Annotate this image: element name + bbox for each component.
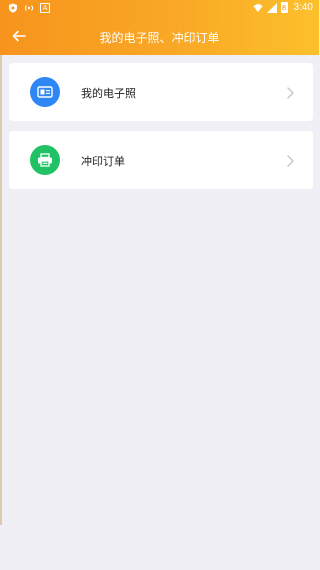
menu-item-label: 冲印订单 — [81, 155, 125, 168]
battery-icon: 8 — [280, 2, 288, 13]
wifi-icon — [252, 3, 263, 13]
menu-item-label: 我的电子照 — [81, 87, 136, 100]
broadcast-icon — [24, 3, 34, 13]
app-bar: 我的电子照、冲印订单 — [0, 17, 319, 55]
shield-icon — [8, 3, 18, 13]
notification-letter-icon: A — [40, 3, 50, 13]
printer-icon — [30, 145, 60, 175]
status-bar-system: 8 3:40 — [252, 2, 313, 13]
chevron-right-icon — [285, 153, 295, 167]
status-bar-notifications: A — [8, 3, 50, 13]
page-title: 我的电子照、冲印订单 — [99, 31, 220, 45]
battery-level: 8 — [281, 3, 287, 12]
status-bar: A 8 3:40 — [0, 0, 319, 17]
status-time: 3:40 — [293, 2, 313, 13]
menu-item-electronic-photos[interactable]: 我的电子照 — [9, 63, 313, 121]
signal-icon — [266, 2, 277, 13]
id-card-icon — [30, 77, 60, 107]
menu-item-print-orders[interactable]: 冲印订单 — [9, 131, 313, 189]
left-edge-divider — [0, 55, 2, 525]
chevron-right-icon — [285, 85, 295, 99]
notification-letter: A — [42, 4, 48, 12]
